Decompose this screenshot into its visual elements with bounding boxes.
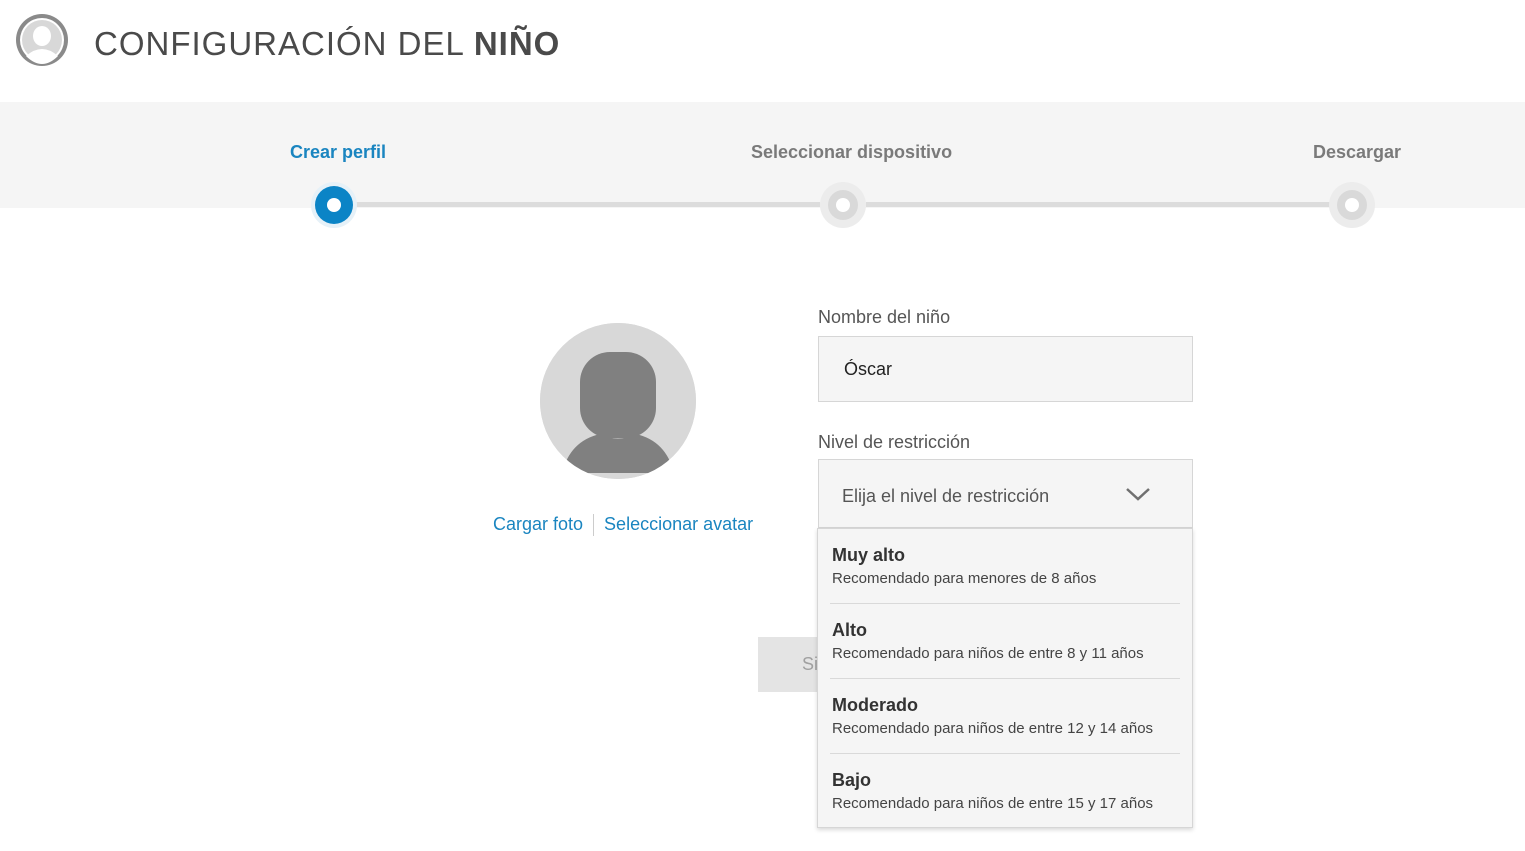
step-label-descargar[interactable]: Descargar	[1313, 140, 1401, 164]
user-circle-icon	[16, 14, 68, 66]
option-title: Muy alto	[832, 545, 906, 565]
step-connector	[356, 202, 820, 207]
option-moderado[interactable]: Moderado Recomendado para niños de entre…	[818, 679, 1192, 754]
step-dot-crear-perfil[interactable]	[311, 182, 357, 228]
restriction-level-dropdown: Muy alto Recomendado para menores de 8 a…	[817, 528, 1193, 828]
step-dot-descargar[interactable]	[1329, 182, 1375, 228]
profile-avatar[interactable]	[540, 323, 696, 479]
step-connector	[866, 202, 1330, 207]
option-description: Recomendado para menores de 8 años	[832, 570, 1097, 587]
page-title-bold: NIÑO	[473, 25, 561, 62]
option-muy-alto[interactable]: Muy alto Recomendado para menores de 8 a…	[818, 529, 1192, 604]
option-bajo[interactable]: Bajo Recomendado para niños de entre 15 …	[818, 754, 1192, 829]
option-title: Alto	[832, 620, 867, 640]
child-name-label: Nombre del niño	[818, 307, 951, 327]
avatar-links: Cargar foto Seleccionar avatar	[493, 512, 753, 537]
page-title: CONFIGURACIÓN DEL NIÑO	[94, 24, 560, 64]
restriction-level-select[interactable]: Elija el nivel de restricción	[818, 459, 1193, 528]
upload-photo-link[interactable]: Cargar foto	[493, 514, 583, 534]
option-title: Bajo	[832, 770, 872, 790]
step-label-crear-perfil[interactable]: Crear perfil	[290, 140, 386, 164]
option-alto[interactable]: Alto Recomendado para niños de entre 8 y…	[818, 604, 1192, 679]
default-avatar-icon	[540, 323, 696, 479]
restriction-level-placeholder: Elija el nivel de restricción	[842, 486, 1050, 506]
restriction-level-label: Nivel de restricción	[818, 432, 971, 452]
link-separator	[593, 514, 595, 537]
page-title-prefix: CONFIGURACIÓN DEL	[94, 25, 474, 62]
option-description: Recomendado para niños de entre 12 y 14 …	[832, 720, 1154, 737]
chevron-down-icon	[1126, 488, 1150, 501]
option-description: Recomendado para niños de entre 15 y 17 …	[832, 795, 1154, 812]
page-header: CONFIGURACIÓN DEL NIÑO	[0, 0, 1525, 100]
child-name-input[interactable]	[818, 336, 1193, 402]
select-avatar-link[interactable]: Seleccionar avatar	[604, 514, 753, 534]
step-dot-seleccionar-dispositivo[interactable]	[820, 182, 866, 228]
step-label-seleccionar-dispositivo[interactable]: Seleccionar dispositivo	[751, 140, 952, 164]
option-title: Moderado	[832, 695, 919, 715]
option-description: Recomendado para niños de entre 8 y 11 a…	[832, 645, 1144, 662]
